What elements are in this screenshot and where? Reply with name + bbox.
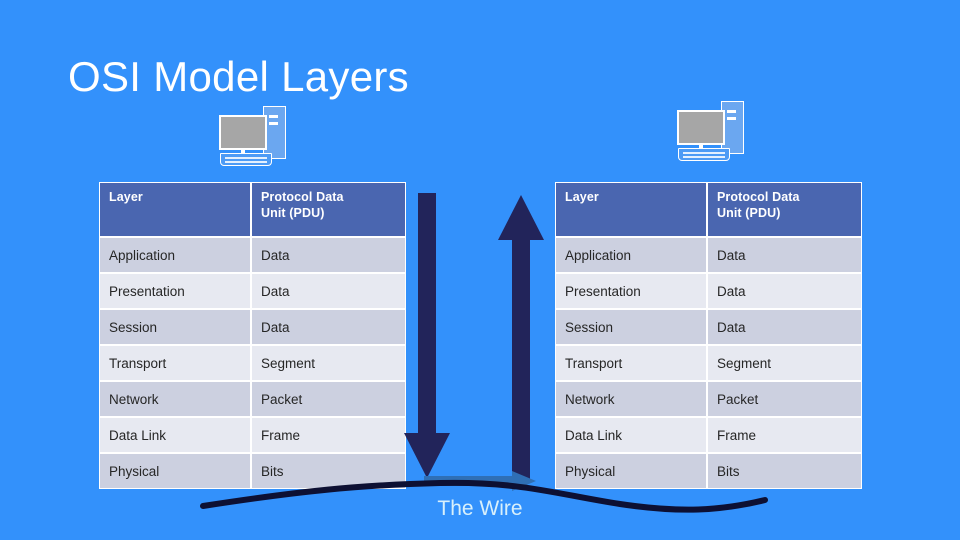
cell-pdu: Data bbox=[707, 273, 862, 309]
header-line: Layer bbox=[109, 190, 143, 204]
arrow-up-icon bbox=[498, 195, 544, 480]
table-row: Network Packet bbox=[555, 381, 862, 417]
header-line: Protocol Data bbox=[261, 190, 344, 204]
cell-pdu: Frame bbox=[707, 417, 862, 453]
table-row: Transport Segment bbox=[99, 345, 406, 381]
cell-pdu: Data bbox=[251, 309, 406, 345]
computer-keyboard bbox=[220, 153, 272, 166]
table-row: Transport Segment bbox=[555, 345, 862, 381]
cell-pdu: Packet bbox=[707, 381, 862, 417]
header-line: Unit (PDU) bbox=[261, 206, 325, 220]
table-row: Application Data bbox=[555, 237, 862, 273]
table-row: Session Data bbox=[555, 309, 862, 345]
keyboard-row bbox=[683, 155, 725, 158]
table-row: Data Link Frame bbox=[99, 417, 406, 453]
computer-keyboard bbox=[678, 148, 730, 161]
computer-icon-left bbox=[218, 106, 296, 168]
cell-layer: Network bbox=[99, 381, 251, 417]
computer-icon-right bbox=[676, 101, 754, 163]
cell-pdu: Data bbox=[251, 237, 406, 273]
tower-slot bbox=[727, 110, 736, 113]
cell-pdu: Packet bbox=[251, 381, 406, 417]
table-row: Presentation Data bbox=[555, 273, 862, 309]
cell-pdu: Data bbox=[251, 273, 406, 309]
osi-table-right: Layer Protocol Data Unit (PDU) Applicati… bbox=[555, 182, 862, 489]
column-header-pdu: Protocol Data Unit (PDU) bbox=[251, 182, 406, 237]
tower-slot bbox=[269, 115, 278, 118]
cell-layer: Data Link bbox=[555, 417, 707, 453]
cell-pdu: Data bbox=[707, 309, 862, 345]
header-line: Protocol Data bbox=[717, 190, 800, 204]
table-row: Network Packet bbox=[99, 381, 406, 417]
cell-layer: Presentation bbox=[555, 273, 707, 309]
table-row: Session Data bbox=[99, 309, 406, 345]
table-header-row: Layer Protocol Data Unit (PDU) bbox=[99, 182, 406, 237]
keyboard-row bbox=[683, 152, 725, 154]
cell-layer: Application bbox=[99, 237, 251, 273]
table-row: Data Link Frame bbox=[555, 417, 862, 453]
cell-pdu: Frame bbox=[251, 417, 406, 453]
cell-layer: Presentation bbox=[99, 273, 251, 309]
cell-pdu: Segment bbox=[707, 345, 862, 381]
arrow-down-icon bbox=[404, 193, 450, 478]
cell-layer: Session bbox=[99, 309, 251, 345]
header-line: Unit (PDU) bbox=[717, 206, 781, 220]
cell-layer: Network bbox=[555, 381, 707, 417]
keyboard-row bbox=[225, 160, 267, 163]
osi-table-left: Layer Protocol Data Unit (PDU) Applicati… bbox=[99, 182, 406, 489]
table-row: Application Data bbox=[99, 237, 406, 273]
cell-pdu: Segment bbox=[251, 345, 406, 381]
cell-layer: Data Link bbox=[99, 417, 251, 453]
header-line: Layer bbox=[565, 190, 599, 204]
tower-slot bbox=[269, 122, 278, 125]
slide-canvas: OSI Model Layers Layer Protocol Data Uni… bbox=[0, 0, 960, 540]
cell-layer: Application bbox=[555, 237, 707, 273]
cell-layer: Session bbox=[555, 309, 707, 345]
cell-layer: Transport bbox=[99, 345, 251, 381]
table-header-row: Layer Protocol Data Unit (PDU) bbox=[555, 182, 862, 237]
keyboard-row bbox=[225, 157, 267, 159]
computer-monitor bbox=[219, 115, 267, 150]
column-header-pdu: Protocol Data Unit (PDU) bbox=[707, 182, 862, 237]
table-row: Presentation Data bbox=[99, 273, 406, 309]
cell-pdu: Data bbox=[707, 237, 862, 273]
column-header-layer: Layer bbox=[99, 182, 251, 237]
cell-layer: Transport bbox=[555, 345, 707, 381]
column-header-layer: Layer bbox=[555, 182, 707, 237]
tower-slot bbox=[727, 117, 736, 120]
wire-label: The Wire bbox=[437, 497, 523, 520]
computer-monitor bbox=[677, 110, 725, 145]
page-title: OSI Model Layers bbox=[68, 53, 409, 100]
